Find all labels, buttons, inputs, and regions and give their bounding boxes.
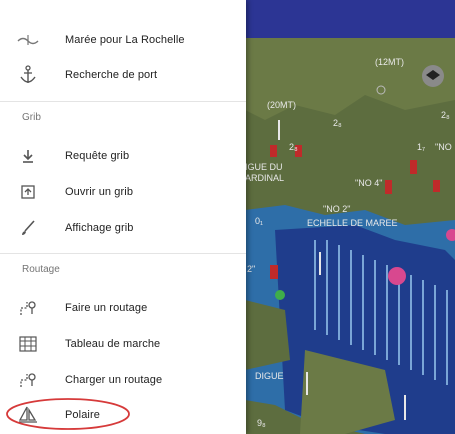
- map-label-12mt: (12MT): [375, 57, 404, 67]
- menu-item-label: Faire un routage: [65, 302, 148, 314]
- map-label-no2: "NO 2": [323, 204, 350, 214]
- map-label-quote-2: 2": [247, 264, 255, 274]
- menu-item-label: Recherche de port: [65, 69, 158, 81]
- app-top-bar: [245, 0, 455, 38]
- nautical-chart-map[interactable]: (12MT) (20MT) IGUE DU ARDINAL "NO 4" "NO…: [245, 0, 455, 434]
- map-label-depth-2b: 2₈: [289, 142, 298, 152]
- map-label-depth-2c: 2₈: [441, 110, 450, 120]
- menu-item-make-route[interactable]: Faire un routage: [0, 290, 246, 326]
- route-icon: [16, 296, 40, 320]
- menu-item-label: Affichage grib: [65, 222, 134, 234]
- anchor-icon: [16, 63, 40, 87]
- brush-icon: [16, 216, 40, 240]
- section-divider: [0, 101, 246, 102]
- section-header-routage: Routage: [22, 264, 60, 275]
- section-divider: [0, 253, 246, 254]
- map-label-cardinal: ARDINAL: [245, 173, 284, 183]
- menu-item-tide[interactable]: Marée pour La Rochelle: [0, 22, 246, 58]
- menu-item-label: Requête grib: [65, 150, 130, 162]
- load-route-icon: [16, 368, 40, 392]
- menu-item-label: Marée pour La Rochelle: [65, 34, 185, 46]
- menu-item-label: Ouvrir un grib: [65, 186, 134, 198]
- map-label-echelle: ECHELLE DE MAREE: [307, 218, 398, 228]
- section-header-grib: Grib: [22, 112, 41, 123]
- menu-item-label: Tableau de marche: [65, 338, 161, 350]
- map-label-digue-du: IGUE DU: [245, 162, 283, 172]
- tide-icon: [16, 28, 40, 52]
- highlight-annotation: [6, 398, 130, 430]
- navigation-drawer: Marée pour La Rochelle Recherche de port…: [0, 0, 246, 434]
- menu-item-label: Charger un routage: [65, 374, 163, 386]
- map-label-depth-9: 9₈: [257, 418, 266, 428]
- map-label-20mt: (20MT): [267, 100, 296, 110]
- menu-item-load-route[interactable]: Charger un routage: [0, 362, 246, 398]
- map-label-depth-0a: 0₁: [255, 216, 263, 226]
- menu-item-port-search[interactable]: Recherche de port: [0, 57, 246, 93]
- menu-item-grib-request[interactable]: Requête grib: [0, 138, 246, 174]
- map-label-digue: DIGUE: [255, 371, 284, 381]
- light-marker: [388, 267, 406, 285]
- table-icon: [16, 332, 40, 356]
- green-marker: [275, 290, 285, 300]
- map-label-depth-17: 1₇: [417, 142, 425, 152]
- open-file-icon: [16, 180, 40, 204]
- chart-canvas: (12MT) (20MT) IGUE DU ARDINAL "NO 4" "NO…: [245, 0, 455, 434]
- menu-item-grib-display[interactable]: Affichage grib: [0, 210, 246, 246]
- download-icon: [16, 144, 40, 168]
- menu-item-route-table[interactable]: Tableau de marche: [0, 326, 246, 362]
- menu-item-grib-open[interactable]: Ouvrir un grib: [0, 174, 246, 210]
- map-label-no4: "NO 4": [355, 178, 382, 188]
- map-label-quote-no: "NO: [435, 142, 452, 152]
- map-label-depth-2a: 2₈: [333, 118, 342, 128]
